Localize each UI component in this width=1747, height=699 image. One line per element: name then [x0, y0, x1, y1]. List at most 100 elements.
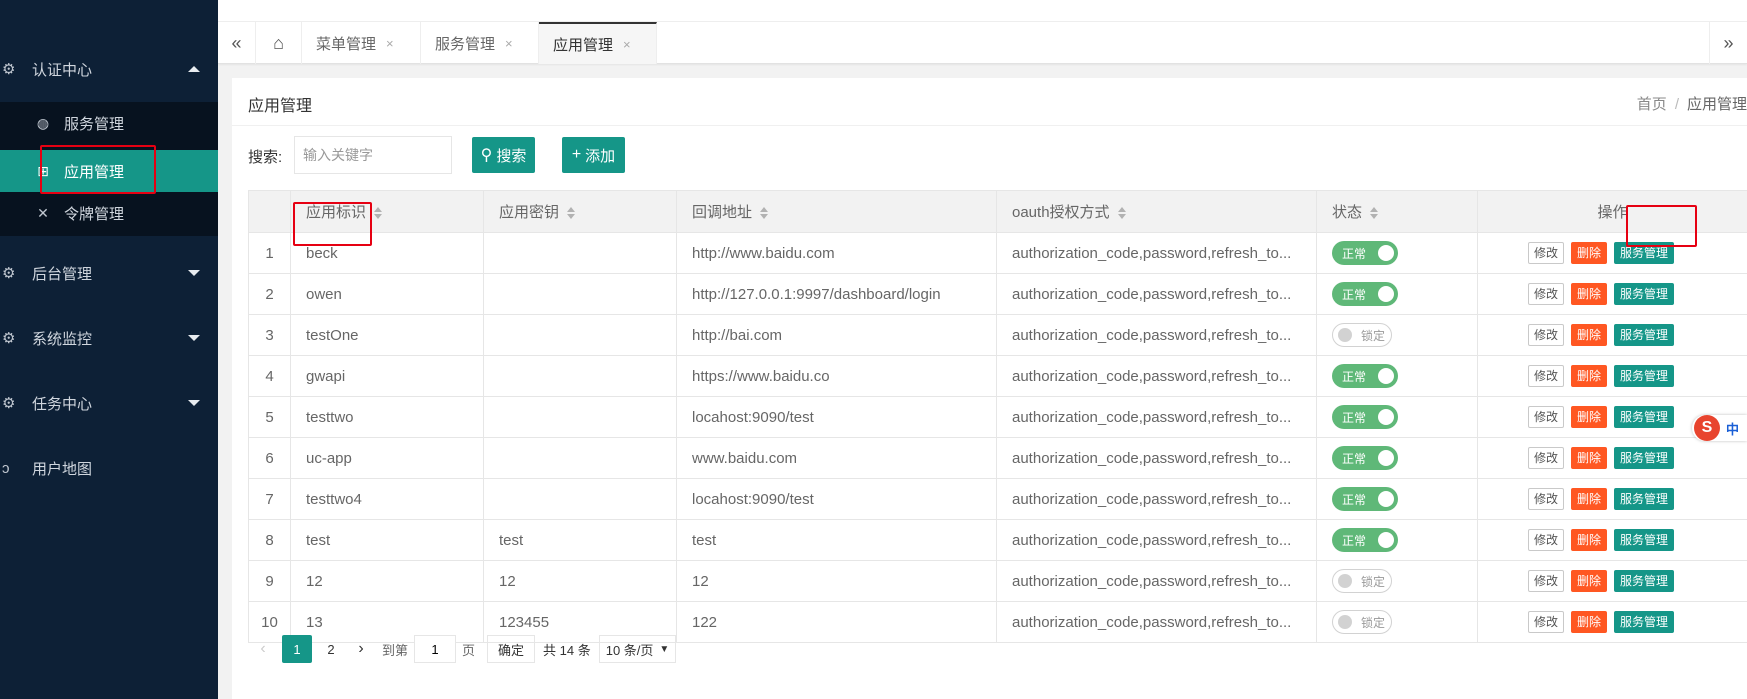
- delete-button[interactable]: 删除: [1571, 283, 1608, 305]
- status-toggle[interactable]: 锁定: [1332, 610, 1392, 634]
- sort-icon[interactable]: [1117, 207, 1126, 220]
- tabs-scroll-left-icon[interactable]: «: [218, 22, 256, 64]
- edit-button[interactable]: 修改: [1528, 529, 1565, 551]
- search-icon: ⚲: [480, 147, 493, 164]
- goto-confirm-button[interactable]: 确定: [487, 635, 536, 663]
- status-toggle[interactable]: 锁定: [1332, 569, 1392, 593]
- actions-cell: 修改 删除 服务管理: [1477, 601, 1747, 643]
- delete-button[interactable]: 删除: [1571, 406, 1608, 428]
- edit-button[interactable]: 修改: [1528, 611, 1565, 633]
- page-size-select[interactable]: 10 条/页 ▼: [598, 635, 677, 663]
- delete-button[interactable]: 删除: [1571, 529, 1608, 551]
- service-management-button[interactable]: 服务管理: [1614, 406, 1675, 428]
- status-toggle[interactable]: 正常: [1332, 241, 1398, 265]
- service-management-button[interactable]: 服务管理: [1614, 365, 1675, 387]
- prev-page-icon[interactable]: ‹: [248, 635, 278, 663]
- tabs-scroll-right-icon[interactable]: »: [1709, 22, 1747, 64]
- actions-cell: 修改 删除 服务管理: [1477, 273, 1747, 315]
- delete-button[interactable]: 删除: [1571, 365, 1608, 387]
- toggle-knob: [1378, 368, 1394, 384]
- edit-button[interactable]: 修改: [1528, 488, 1565, 510]
- add-button[interactable]: + 添加: [562, 137, 625, 173]
- client-secret-cell: [483, 396, 677, 438]
- sort-icon[interactable]: [760, 207, 769, 220]
- service-management-button[interactable]: 服务管理: [1614, 242, 1675, 264]
- delete-button[interactable]: 删除: [1571, 488, 1608, 510]
- sort-icon[interactable]: [374, 207, 383, 220]
- close-icon[interactable]: ×: [623, 37, 631, 52]
- edit-button[interactable]: 修改: [1528, 447, 1565, 469]
- page-title: 应用管理: [248, 98, 313, 115]
- sort-icon[interactable]: [567, 207, 576, 220]
- gear-icon: ⚙: [2, 265, 16, 282]
- delete-button[interactable]: 删除: [1571, 570, 1608, 592]
- status-toggle[interactable]: 正常: [1332, 528, 1398, 552]
- service-management-button[interactable]: 服务管理: [1614, 283, 1675, 305]
- header-client-secret[interactable]: 应用密钥: [483, 190, 677, 233]
- row-index: 2: [248, 273, 291, 315]
- sidebar-item-service-management[interactable]: ◍ 服务管理: [0, 102, 218, 144]
- delete-button[interactable]: 删除: [1571, 242, 1608, 264]
- search-button[interactable]: ⚲ 搜索: [472, 137, 535, 173]
- status-cell: 正常: [1316, 437, 1478, 479]
- goto-page-input[interactable]: [414, 635, 457, 663]
- edit-button[interactable]: 修改: [1528, 406, 1565, 428]
- home-icon[interactable]: ⌂: [256, 22, 302, 64]
- status-toggle[interactable]: 锁定: [1332, 323, 1392, 347]
- edit-button[interactable]: 修改: [1528, 324, 1565, 346]
- sidebar-group-backend-management[interactable]: ⚙ 后台管理: [0, 240, 218, 306]
- breadcrumb: 首页 / 应用管理: [1637, 93, 1747, 114]
- status-cell: 正常: [1316, 232, 1478, 274]
- close-icon[interactable]: ×: [386, 36, 394, 51]
- sidebar-group-user-map[interactable]: ↄ 用户地图: [0, 435, 218, 501]
- ime-toolbar[interactable]: S 中: [1692, 415, 1747, 441]
- delete-button[interactable]: 删除: [1571, 447, 1608, 469]
- client-secret-cell: 12: [483, 560, 677, 602]
- page-2-button[interactable]: 2: [316, 635, 346, 663]
- actions-cell: 修改 删除 服务管理: [1477, 232, 1747, 274]
- edit-button[interactable]: 修改: [1528, 365, 1565, 387]
- edit-button[interactable]: 修改: [1528, 242, 1565, 264]
- sidebar-group-system-monitor[interactable]: ⚙ 系统监控: [0, 305, 218, 371]
- header-grant-types[interactable]: oauth授权方式: [996, 190, 1317, 233]
- header-client-id[interactable]: 应用标识: [290, 190, 484, 233]
- ime-mode-label[interactable]: 中: [1726, 419, 1739, 438]
- gear-icon: ⚙: [2, 61, 16, 78]
- delete-button[interactable]: 删除: [1571, 611, 1608, 633]
- tab-service-management[interactable]: 服务管理 ×: [421, 22, 539, 64]
- sidebar-group-auth-center[interactable]: ⚙ 认证中心: [0, 36, 218, 102]
- next-page-icon[interactable]: ›: [346, 635, 376, 663]
- edit-button[interactable]: 修改: [1528, 570, 1565, 592]
- header-redirect-uri[interactable]: 回调地址: [676, 190, 997, 233]
- service-management-button[interactable]: 服务管理: [1614, 570, 1675, 592]
- grant-types-cell: authorization_code,password,refresh_to..…: [996, 560, 1317, 602]
- tab-menu-management[interactable]: 菜单管理 ×: [302, 22, 421, 64]
- close-icon[interactable]: ×: [505, 36, 513, 51]
- status-toggle[interactable]: 正常: [1332, 282, 1398, 306]
- service-management-button[interactable]: 服务管理: [1614, 324, 1675, 346]
- tab-app-management[interactable]: 应用管理 ×: [539, 22, 657, 64]
- breadcrumb-home-link[interactable]: 首页: [1637, 96, 1667, 113]
- tab-bar: « ⌂ 菜单管理 × 服务管理 × 应用管理 × »: [218, 22, 1747, 64]
- status-toggle-label: 锁定: [1361, 328, 1386, 343]
- sidebar-item-token-management[interactable]: ✕ 令牌管理: [0, 192, 218, 234]
- status-toggle[interactable]: 正常: [1332, 405, 1398, 429]
- search-input[interactable]: [294, 136, 452, 174]
- sort-icon[interactable]: [1370, 207, 1379, 220]
- status-toggle[interactable]: 正常: [1332, 487, 1398, 511]
- page-1-button[interactable]: 1: [282, 635, 312, 663]
- edit-button[interactable]: 修改: [1528, 283, 1565, 305]
- service-management-button[interactable]: 服务管理: [1614, 611, 1675, 633]
- service-management-button[interactable]: 服务管理: [1614, 447, 1675, 469]
- status-toggle[interactable]: 正常: [1332, 364, 1398, 388]
- client-id-cell: 12: [290, 560, 484, 602]
- service-management-button[interactable]: 服务管理: [1614, 529, 1675, 551]
- service-management-button[interactable]: 服务管理: [1614, 488, 1675, 510]
- status-cell: 正常: [1316, 519, 1478, 561]
- header-status[interactable]: 状态: [1316, 190, 1478, 233]
- sidebar-group-task-center[interactable]: ⚙ 任务中心: [0, 370, 218, 436]
- delete-button[interactable]: 删除: [1571, 324, 1608, 346]
- status-toggle-label: 正常: [1342, 287, 1367, 302]
- sidebar-item-app-management[interactable]: ⊞ 应用管理: [0, 150, 218, 192]
- status-toggle[interactable]: 正常: [1332, 446, 1398, 470]
